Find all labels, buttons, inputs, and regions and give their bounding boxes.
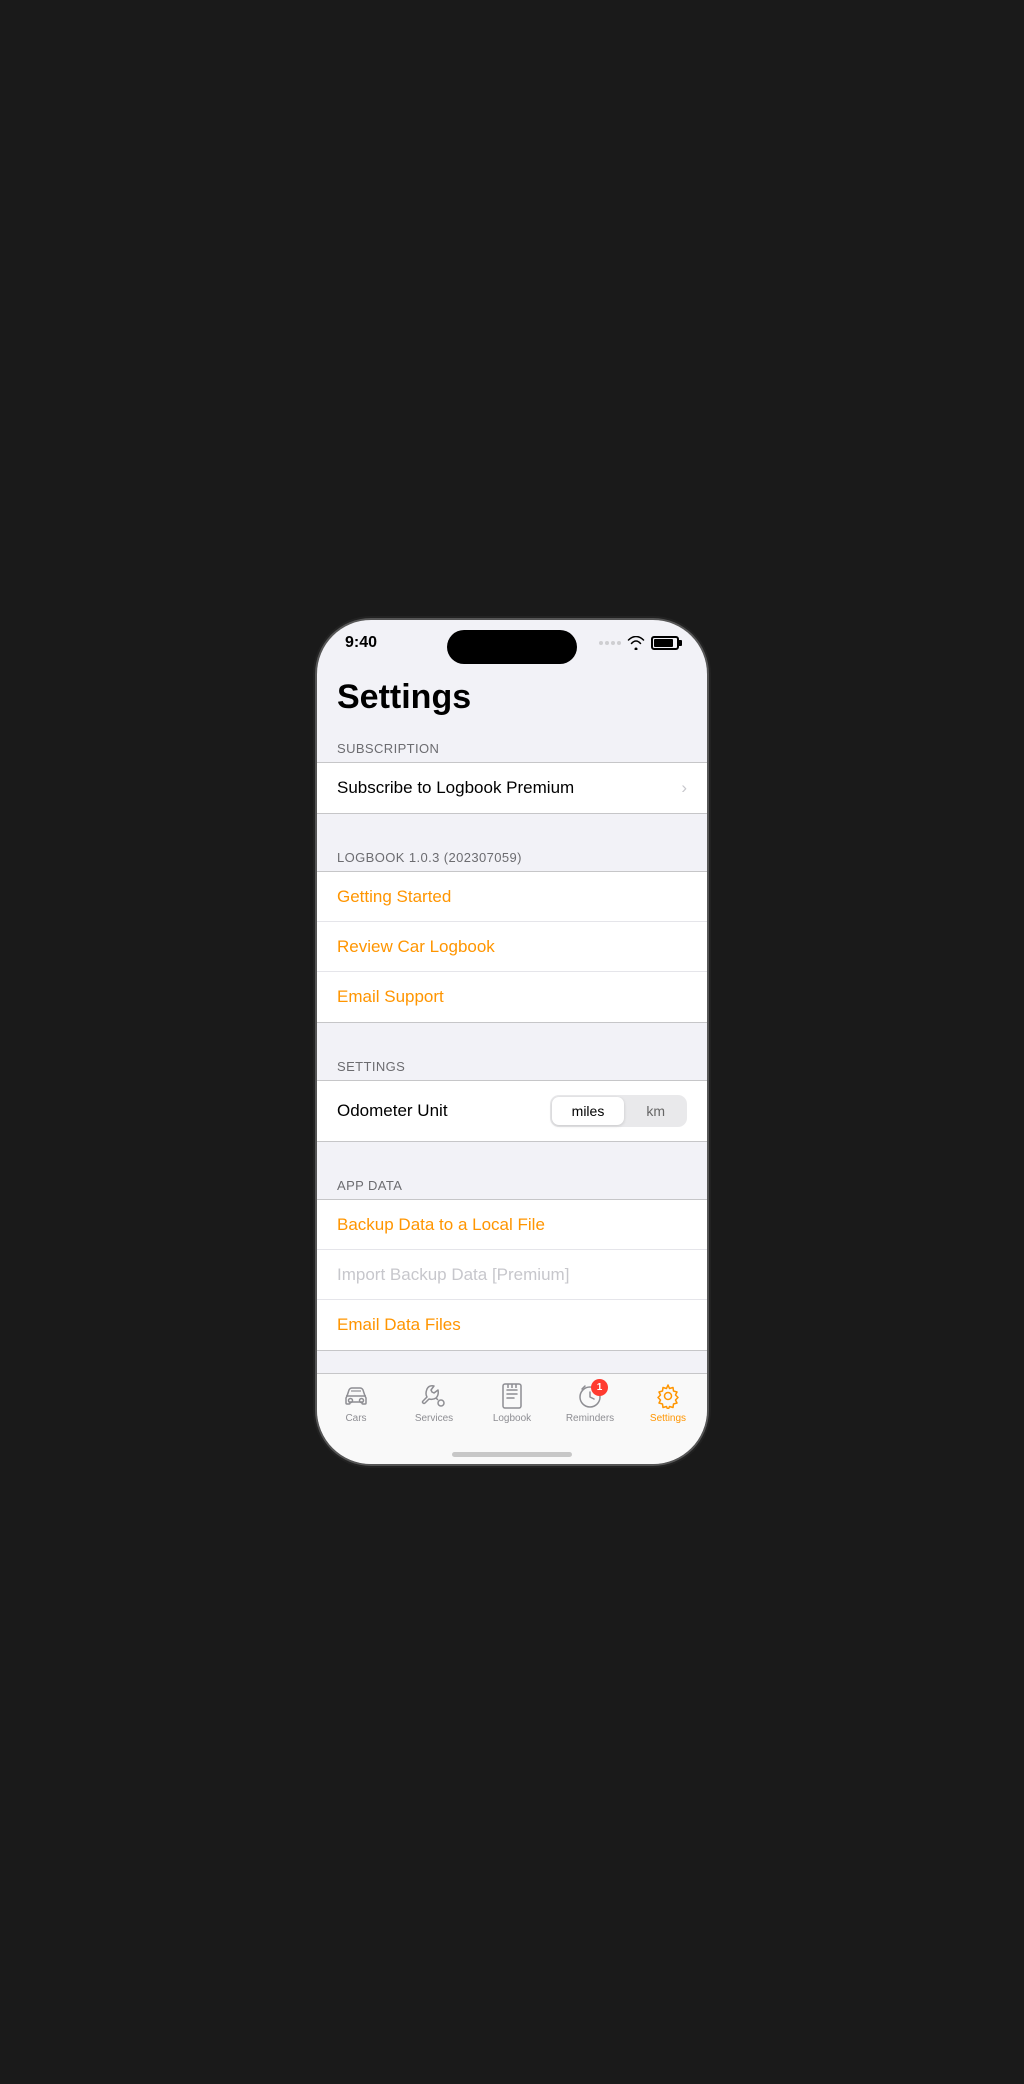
tab-reminders-label: Reminders bbox=[566, 1413, 614, 1424]
import-backup-label: Import Backup Data [Premium] bbox=[337, 1265, 569, 1285]
section-logbook: LOGBOOK 1.0.3 (202307059) Getting Starte… bbox=[317, 842, 707, 1023]
logbook-header: LOGBOOK 1.0.3 (202307059) bbox=[317, 842, 707, 871]
logbook-icon bbox=[498, 1382, 526, 1410]
tab-cars[interactable]: Cars bbox=[317, 1382, 395, 1424]
tab-bar: Cars Services bbox=[317, 1373, 707, 1444]
clock-icon: 1 bbox=[576, 1382, 604, 1410]
home-indicator bbox=[317, 1444, 707, 1464]
tab-settings-label: Settings bbox=[650, 1413, 686, 1424]
gear-icon bbox=[654, 1382, 682, 1410]
section-subscription: SUBSCRIPTION Subscribe to Logbook Premiu… bbox=[317, 733, 707, 814]
home-bar bbox=[452, 1452, 572, 1457]
email-support-item[interactable]: Email Support bbox=[317, 972, 707, 1022]
phone-frame: 9:40 bbox=[317, 620, 707, 1464]
settings-body: Odometer Unit miles km bbox=[317, 1080, 707, 1142]
subscribe-premium-label: Subscribe to Logbook Premium bbox=[337, 778, 574, 798]
status-time: 9:40 bbox=[345, 634, 377, 652]
gap-2 bbox=[317, 1023, 707, 1051]
subscription-header: SUBSCRIPTION bbox=[317, 733, 707, 762]
review-car-logbook-label: Review Car Logbook bbox=[337, 937, 495, 957]
signal-icon bbox=[599, 641, 621, 645]
odometer-segmented-control[interactable]: miles km bbox=[550, 1095, 687, 1127]
screen: 9:40 bbox=[317, 620, 707, 1464]
tab-settings[interactable]: Settings bbox=[629, 1382, 707, 1424]
import-backup-item: Import Backup Data [Premium] bbox=[317, 1250, 707, 1300]
subscription-body: Subscribe to Logbook Premium › bbox=[317, 762, 707, 814]
logbook-body: Getting Started Review Car Logbook Email… bbox=[317, 871, 707, 1023]
tab-logbook[interactable]: Logbook bbox=[473, 1382, 551, 1424]
tab-services-label: Services bbox=[415, 1413, 453, 1424]
scroll-content[interactable]: Settings SUBSCRIPTION Subscribe to Logbo… bbox=[317, 658, 707, 1373]
email-data-files-item[interactable]: Email Data Files bbox=[317, 1300, 707, 1350]
chevron-right-icon: › bbox=[681, 778, 687, 798]
tab-cars-label: Cars bbox=[345, 1413, 366, 1424]
odometer-unit-label: Odometer Unit bbox=[337, 1101, 448, 1121]
status-icons bbox=[599, 636, 679, 650]
miles-option[interactable]: miles bbox=[552, 1097, 625, 1125]
page-title: Settings bbox=[317, 658, 707, 733]
email-support-label: Email Support bbox=[337, 987, 444, 1007]
getting-started-item[interactable]: Getting Started bbox=[317, 872, 707, 922]
app-data-header: APP DATA bbox=[317, 1170, 707, 1199]
getting-started-label: Getting Started bbox=[337, 887, 451, 907]
section-app-data: APP DATA Backup Data to a Local File Imp… bbox=[317, 1170, 707, 1351]
app-data-body: Backup Data to a Local File Import Backu… bbox=[317, 1199, 707, 1351]
email-data-files-label: Email Data Files bbox=[337, 1315, 461, 1335]
gap-4 bbox=[317, 1351, 707, 1373]
wifi-icon bbox=[627, 636, 645, 650]
backup-data-label: Backup Data to a Local File bbox=[337, 1215, 545, 1235]
battery-icon bbox=[651, 636, 679, 650]
wrench-icon bbox=[420, 1382, 448, 1410]
review-car-logbook-item[interactable]: Review Car Logbook bbox=[317, 922, 707, 972]
gap-3 bbox=[317, 1142, 707, 1170]
subscribe-premium-item[interactable]: Subscribe to Logbook Premium › bbox=[317, 763, 707, 813]
tab-services[interactable]: Services bbox=[395, 1382, 473, 1424]
reminders-badge: 1 bbox=[591, 1379, 608, 1396]
tab-reminders[interactable]: 1 Reminders bbox=[551, 1382, 629, 1424]
settings-header: SETTINGS bbox=[317, 1051, 707, 1080]
km-option[interactable]: km bbox=[626, 1097, 685, 1125]
tab-logbook-label: Logbook bbox=[493, 1413, 531, 1424]
car-icon bbox=[342, 1382, 370, 1410]
section-settings: SETTINGS Odometer Unit miles km bbox=[317, 1051, 707, 1142]
dynamic-island bbox=[447, 630, 577, 664]
gap-1 bbox=[317, 814, 707, 842]
backup-data-item[interactable]: Backup Data to a Local File bbox=[317, 1200, 707, 1250]
odometer-unit-item: Odometer Unit miles km bbox=[317, 1081, 707, 1141]
